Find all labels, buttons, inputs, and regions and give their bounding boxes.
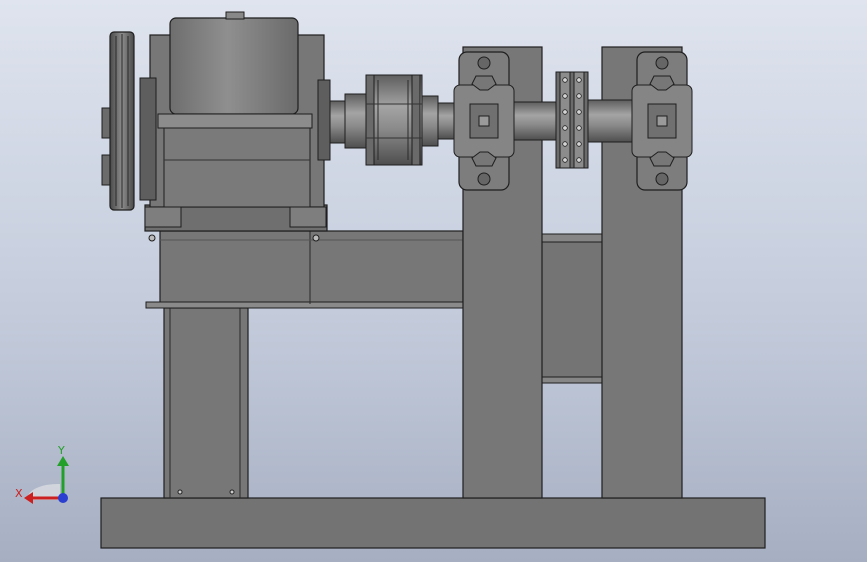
- bearing-housing-right: [631, 51, 693, 191]
- cross-beam-upper: [541, 233, 603, 243]
- horizontal-beam: [145, 230, 464, 309]
- cross-beam-lower: [541, 376, 603, 384]
- v-belt-pulley: [101, 31, 135, 211]
- cross-beam-web: [541, 241, 603, 378]
- triad-axes-icon: [24, 456, 69, 504]
- cad-graphics-viewport[interactable]: Y X: [0, 0, 867, 562]
- left-support-leg: [163, 307, 249, 499]
- triad-y-label: Y: [57, 444, 65, 457]
- bearing-housing-left: [453, 51, 515, 191]
- triad-x-label: X: [15, 487, 23, 500]
- chain-coupling: [555, 71, 589, 169]
- flanged-roller: [365, 74, 423, 166]
- assembly-drawing[interactable]: Y X: [0, 0, 867, 562]
- gearbox: [139, 11, 331, 242]
- base-plate: [100, 497, 766, 549]
